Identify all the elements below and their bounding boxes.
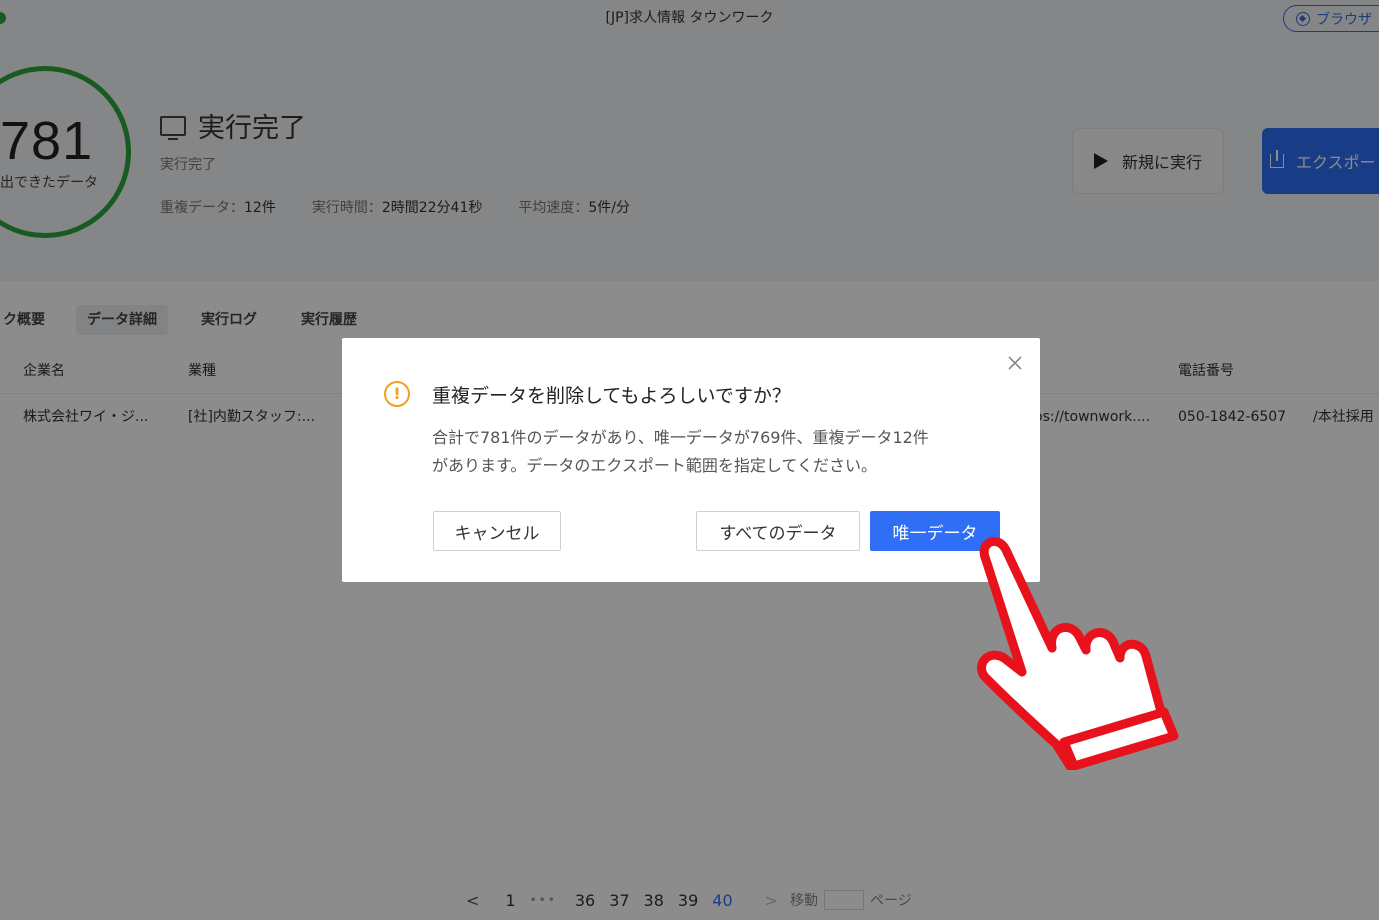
pointing-hand-icon bbox=[977, 536, 1179, 770]
cancel-button[interactable]: キャンセル bbox=[433, 511, 561, 551]
dedupe-confirm-dialog: ! 重複データを削除してもよろしいですか？ 合計で781件のデータがあり、唯一デ… bbox=[342, 338, 1040, 582]
all-data-button[interactable]: すべてのデータ bbox=[696, 511, 860, 551]
dialog-message-line-2: があります。データのエクスポート範囲を指定してください。 bbox=[432, 456, 877, 475]
warning-icon: ! bbox=[384, 381, 410, 407]
dialog-title: 重複データを削除してもよろしいですか？ bbox=[432, 385, 791, 407]
dialog-message-line-1: 合計で781件のデータがあり、唯一データが769件、重複データ12件 bbox=[432, 428, 929, 447]
dialog-message: 合計で781件のデータがあり、唯一データが769件、重複データ12件 があります… bbox=[432, 424, 1002, 480]
close-icon[interactable] bbox=[1004, 352, 1026, 374]
